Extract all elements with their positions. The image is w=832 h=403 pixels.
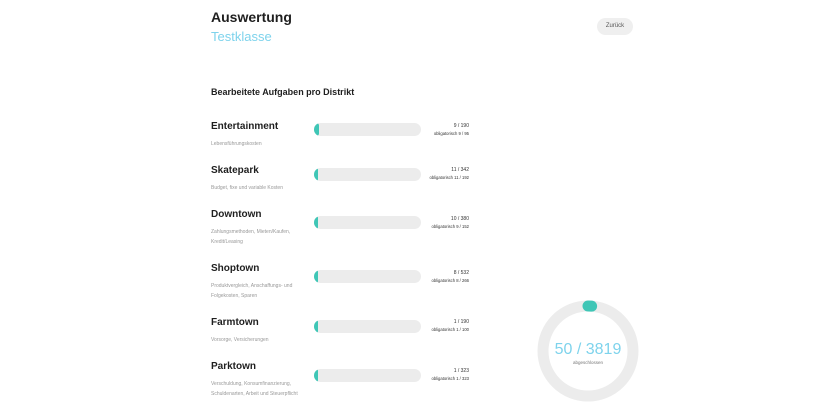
district-count: 1 / 323 bbox=[453, 368, 469, 374]
district-progress-fill bbox=[314, 123, 320, 136]
district-description: Vorsorge, Versicherungen bbox=[211, 337, 269, 343]
district-name: Entertainment bbox=[211, 121, 279, 132]
district-progress-fill bbox=[314, 270, 318, 283]
district-progress-bar bbox=[314, 168, 421, 181]
district-count: 11 / 342 bbox=[451, 167, 469, 173]
section-title: Bearbeitete Aufgaben pro Distrikt bbox=[211, 87, 355, 97]
page-title: Auswertung bbox=[211, 9, 292, 25]
district-count: 1 / 190 bbox=[453, 319, 469, 325]
district-name: Downtown bbox=[211, 209, 262, 220]
overall-progress-ring: 50 / 3819 abgeschlossen bbox=[536, 299, 640, 403]
district-name: Parktown bbox=[211, 361, 257, 372]
district-description: Produktvergleich, Anschaffungs- und Folg… bbox=[211, 283, 293, 299]
district-obligatory: obligatorisch 9 / 152 bbox=[431, 224, 469, 229]
district-description: Budget, fixe und variable Kosten bbox=[211, 185, 283, 191]
back-button[interactable]: Zurück bbox=[597, 18, 633, 35]
district-description: Zahlungsmethoden, Mieten/Kaufen, Kredit/… bbox=[211, 229, 291, 245]
district-obligatory: obligatorisch 9 / 95 bbox=[433, 131, 469, 136]
district-progress-bar bbox=[314, 216, 421, 229]
district-progress-bar bbox=[314, 270, 421, 283]
district-description: Lebensführungskosten bbox=[211, 141, 262, 147]
district-count: 10 / 380 bbox=[450, 216, 469, 222]
class-name: Testklasse bbox=[211, 29, 272, 44]
district-count: 9 / 190 bbox=[453, 123, 469, 129]
overall-label: abgeschlossen bbox=[572, 360, 604, 365]
district-name: Farmtown bbox=[211, 317, 259, 328]
district-progress-fill bbox=[314, 216, 318, 229]
district-progress-fill bbox=[314, 369, 318, 382]
district-progress-bar bbox=[314, 369, 421, 382]
district-name: Skatepark bbox=[211, 165, 259, 176]
district-progress-fill bbox=[314, 320, 318, 333]
district-progress-bar bbox=[314, 123, 421, 136]
district-count: 8 / 532 bbox=[453, 270, 469, 276]
district-progress-bar bbox=[314, 320, 421, 333]
district-progress-fill bbox=[314, 168, 318, 181]
district-name: Shoptown bbox=[211, 263, 260, 274]
district-obligatory: obligatorisch 8 / 266 bbox=[431, 278, 469, 283]
district-obligatory: obligatorisch 11 / 192 bbox=[429, 175, 470, 180]
district-description: Verschuldung, Konsumfinanzierung, Schuld… bbox=[211, 381, 298, 397]
overall-total: 50 / 3819 bbox=[554, 341, 622, 358]
district-obligatory: obligatorisch 1 / 100 bbox=[431, 327, 469, 332]
district-obligatory: obligatorisch 1 / 323 bbox=[431, 376, 469, 381]
